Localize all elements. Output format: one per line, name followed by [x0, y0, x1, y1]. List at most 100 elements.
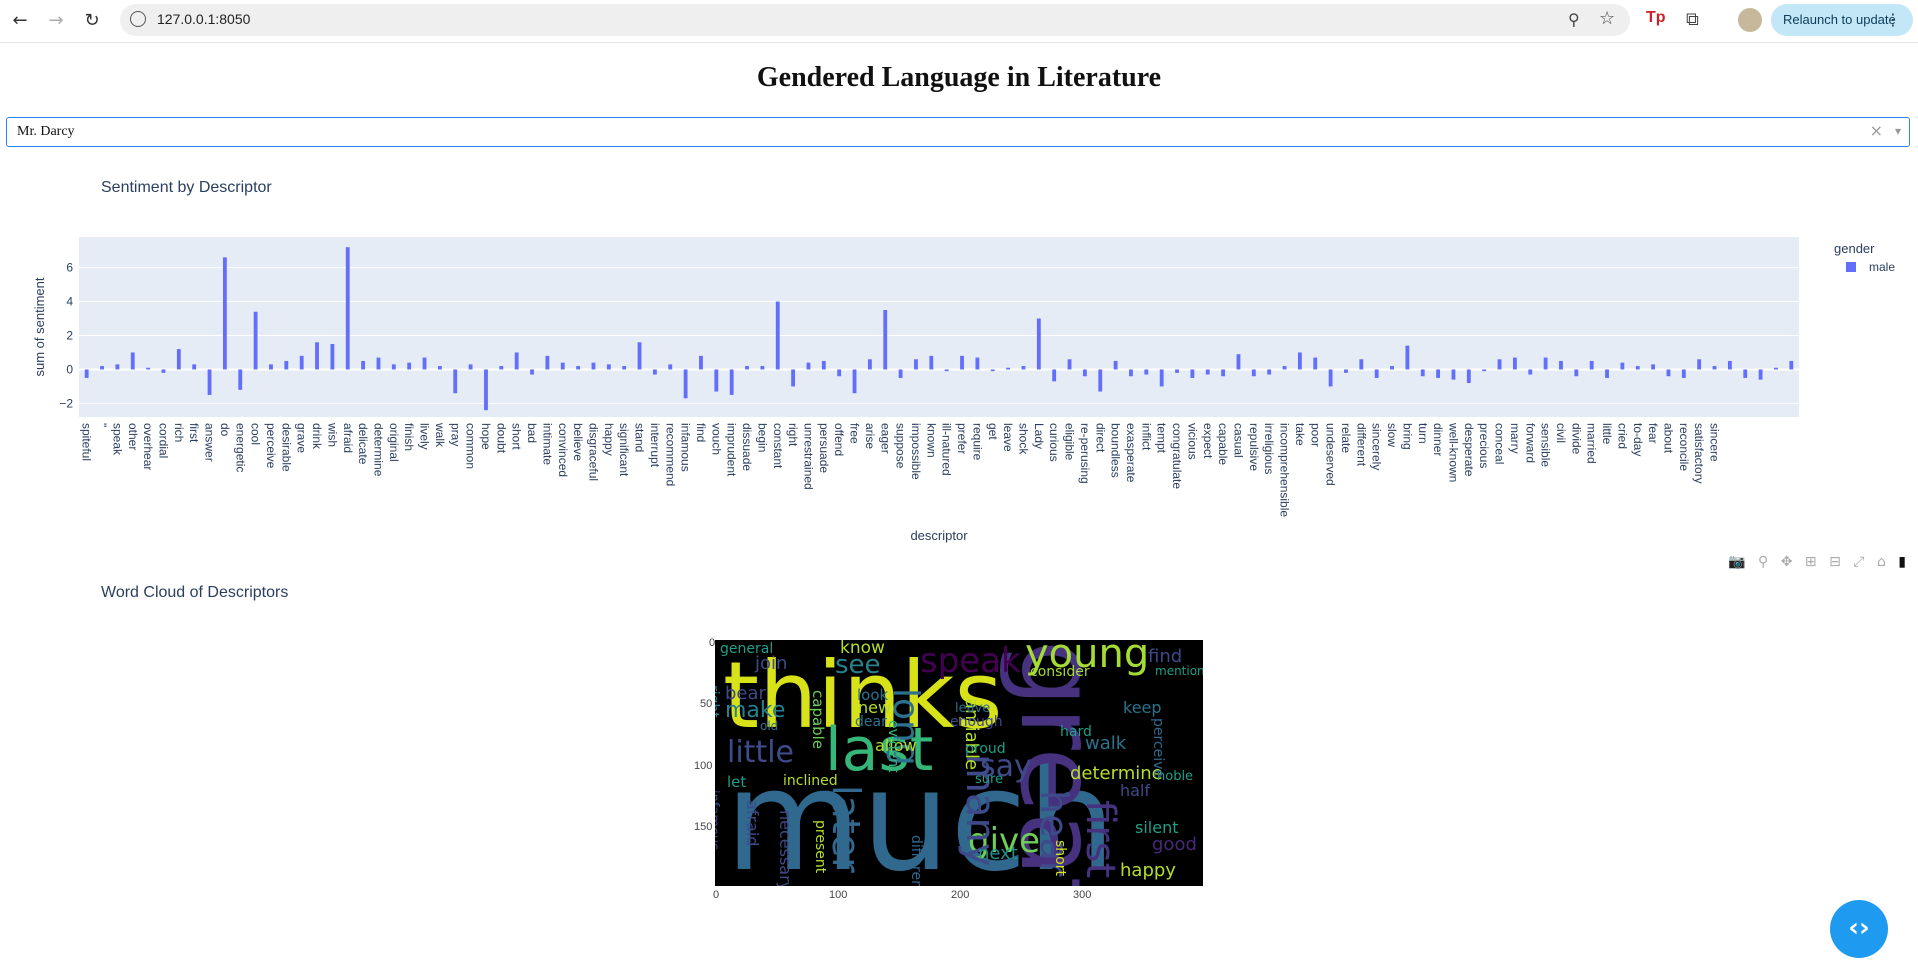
- x-axis-title: descriptor: [910, 528, 968, 543]
- x-tick-label: desperate: [1462, 423, 1476, 477]
- wordcloud-x-tick: 300: [1073, 889, 1092, 901]
- browser-menu-icon[interactable]: ⋮: [1885, 4, 1901, 36]
- x-tick-label: original: [387, 423, 401, 462]
- bar: [1021, 366, 1026, 370]
- bar: [652, 369, 657, 375]
- url-text[interactable]: 127.0.0.1:8050: [157, 11, 250, 27]
- bar: [1774, 367, 1778, 370]
- autoscale-icon[interactable]: ⤢: [1853, 554, 1864, 570]
- x-tick-label: sensible: [1539, 423, 1553, 467]
- x-tick-label: little: [1600, 423, 1614, 445]
- x-tick-label: persuade: [817, 423, 831, 473]
- bar: [422, 357, 427, 370]
- plotly-modebar: 📷 ⚲ ✥ ⊞ ⊟ ⤢ ⌂ ▮: [1720, 554, 1906, 570]
- bar: [253, 311, 258, 370]
- pan-icon[interactable]: ✥: [1781, 554, 1793, 570]
- bar: [1651, 364, 1656, 370]
- x-tick-label: vouch: [709, 423, 723, 455]
- back-icon[interactable]: ←: [8, 9, 32, 33]
- reset-axes-icon[interactable]: ⌂: [1877, 554, 1886, 570]
- bar: [837, 369, 842, 377]
- bar: [1758, 369, 1763, 380]
- x-tick-label: shock: [1016, 423, 1030, 455]
- x-tick-label: begin: [755, 423, 769, 452]
- relaunch-label: Relaunch to update: [1783, 12, 1896, 27]
- chevron-down-icon[interactable]: ▾: [1895, 124, 1901, 138]
- bar: [606, 364, 611, 370]
- bar: [683, 369, 688, 399]
- clear-icon[interactable]: ×: [1870, 121, 1883, 140]
- wordcloud-y-tick: 100: [694, 760, 713, 772]
- bar: [1175, 369, 1179, 373]
- wordcloud-image[interactable]: thinks much great young last speak little hear f…: [715, 640, 1203, 886]
- sentiment-bar-chart[interactable]: 6 4 2 0 −2 sum of sentiment spiteful " speak othe…: [0, 170, 1918, 550]
- x-tick-label: fear: [1646, 423, 1660, 444]
- x-tick-label: casual: [1231, 423, 1245, 458]
- bar: [1129, 369, 1133, 377]
- bar: [1482, 369, 1487, 372]
- x-tick-label: desirable: [279, 423, 293, 472]
- wordcloud-x-tick: 200: [951, 889, 970, 901]
- zoom-icon[interactable]: ⚲: [1568, 10, 1580, 29]
- x-tick-label: prefer: [955, 423, 969, 454]
- extensions-puzzle-icon[interactable]: ⧉: [1686, 9, 1699, 30]
- x-tick-label: different: [1354, 423, 1368, 467]
- dev-tools-button[interactable]: ‹›: [1830, 900, 1888, 958]
- zoom-out-icon[interactable]: ⊟: [1829, 554, 1841, 570]
- plotly-logo-icon[interactable]: ▮: [1898, 554, 1906, 570]
- bar: [1559, 360, 1563, 370]
- x-tick-label: curious: [1047, 423, 1061, 462]
- x-tick-label: divide: [1569, 423, 1583, 455]
- forward-icon[interactable]: →: [44, 9, 68, 33]
- profile-avatar[interactable]: [1738, 8, 1762, 32]
- extension-tp-icon[interactable]: Tp: [1646, 9, 1666, 27]
- wordcloud-word: look: [857, 686, 889, 704]
- x-tick-label: repulsive: [1247, 423, 1261, 471]
- bar: [484, 369, 488, 411]
- x-tick-label: well-known: [1446, 422, 1460, 482]
- bar: [1205, 369, 1210, 375]
- wordcloud-x-tick: 0: [713, 889, 720, 901]
- bookmark-star-icon[interactable]: ☆: [1599, 8, 1615, 29]
- bar: [115, 364, 120, 370]
- x-tick-label: sincere: [1708, 423, 1722, 462]
- character-dropdown[interactable]: Mr. Darcy × ▾: [6, 117, 1910, 147]
- bar: [1374, 369, 1379, 378]
- x-tick-label: irreligious: [1262, 423, 1276, 474]
- x-tick-label: do: [218, 423, 232, 437]
- reload-icon[interactable]: ↻: [80, 9, 104, 33]
- address-bar[interactable]: [120, 4, 1630, 36]
- x-tick-label: turn: [1416, 423, 1430, 444]
- wordcloud-word: dear: [855, 714, 887, 730]
- zoom-in-icon[interactable]: ⊞: [1805, 554, 1817, 570]
- bar: [1743, 369, 1748, 378]
- wordcloud-word: speak: [920, 641, 1021, 681]
- bar: [284, 360, 289, 370]
- x-tick-label: infamous: [679, 423, 693, 472]
- x-tick-label: determine: [371, 423, 385, 477]
- x-tick-label: overhear: [141, 423, 155, 470]
- zoom-icon[interactable]: ⚲: [1758, 554, 1768, 570]
- bar: [1067, 359, 1072, 370]
- x-tick-label: answer: [203, 423, 217, 462]
- wordcloud-y-tick: 150: [694, 821, 713, 833]
- wordcloud-word: necessary: [776, 810, 795, 886]
- site-info-icon[interactable]: [130, 11, 146, 27]
- x-tick-label: conceal: [1493, 423, 1507, 464]
- camera-icon[interactable]: 📷: [1728, 554, 1745, 570]
- x-tick-label: take: [1293, 423, 1307, 446]
- x-tick-label: about: [1661, 423, 1675, 454]
- browser-toolbar: ← → ↻ 127.0.0.1:8050 ⚲ ☆ Tp ⧉ Relaunch t…: [0, 0, 1918, 43]
- wordcloud-word: later: [824, 785, 868, 873]
- wordcloud-word: bear: [725, 683, 766, 704]
- x-tick-label: free: [848, 423, 862, 444]
- wordcloud-word: leave: [955, 701, 991, 716]
- x-tick-label: significant: [617, 423, 631, 477]
- x-tick-label: tempt: [1155, 423, 1169, 454]
- relaunch-button[interactable]: Relaunch to update ⋮: [1771, 4, 1913, 36]
- bar: [806, 362, 811, 370]
- x-tick-label: energetic: [233, 423, 247, 472]
- wordcloud-x-tick: 100: [829, 889, 848, 901]
- bar: [914, 359, 918, 370]
- x-tick-label: happy: [602, 423, 616, 456]
